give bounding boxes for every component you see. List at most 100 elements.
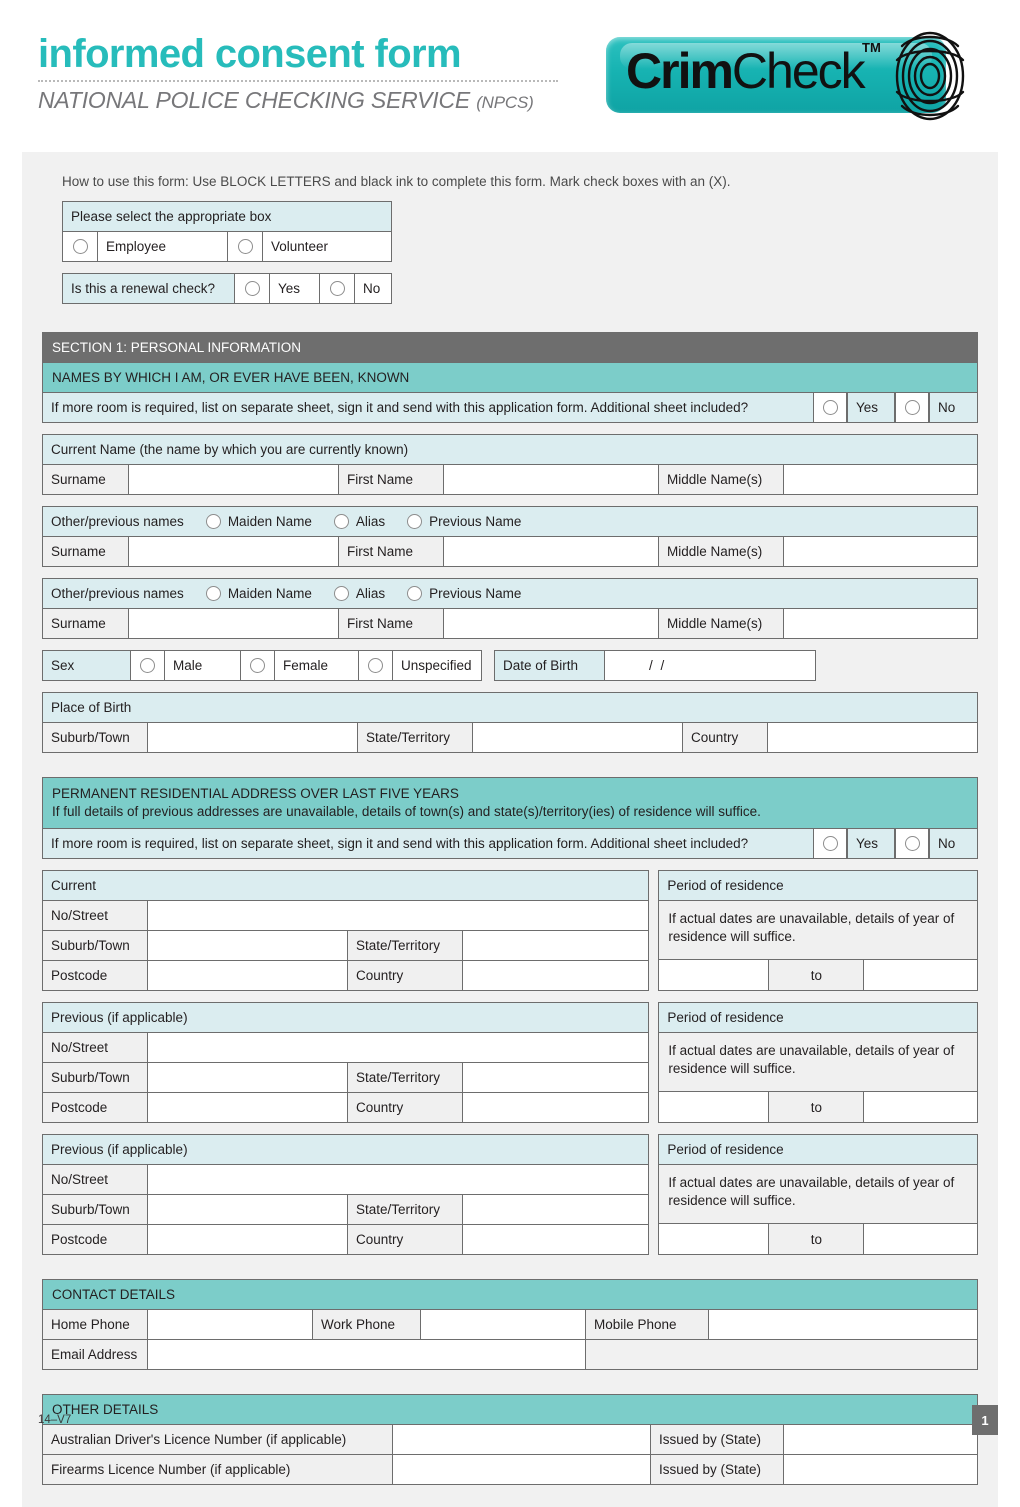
current-name-fields-row: Surname First Name Middle Name(s) [43,465,977,494]
employment-type-heading-row: Please select the appropriate box [63,202,391,232]
home-phone-input[interactable] [148,1310,313,1339]
address-sheet-yes-label: Yes [847,829,895,858]
pob-suburb-input[interactable] [148,723,358,752]
address-1-period-dates-row: to [659,960,977,990]
other-name-1-alias-option[interactable]: Alias [333,513,385,530]
address-3-postcode-input[interactable] [148,1225,348,1254]
address-3-suburb-label: Suburb/Town [43,1195,148,1224]
address-3-country-input[interactable] [463,1225,649,1254]
pob-country-input[interactable] [768,723,977,752]
address-2-period-heading: Period of residence [659,1003,977,1032]
address-3-period-heading: Period of residence [659,1135,977,1164]
work-phone-input[interactable] [421,1310,586,1339]
firearms-licence-input[interactable] [393,1455,651,1484]
address-3-period-dates-row: to [659,1224,977,1254]
page-footer: 14–V7 1 [0,1405,1020,1442]
sex-dob-wrap: Sex Male Female Unspecified Date of Birt… [42,650,978,681]
email-address-input[interactable] [148,1340,586,1369]
radio-circle-icon [205,514,221,529]
address-2-postcode-input[interactable] [148,1093,348,1122]
current-surname-input[interactable] [129,465,339,494]
address-block-2: Previous (if applicable) No/Street Subur… [42,1002,978,1123]
address-2-period-note: If actual dates are unavailable, details… [659,1033,977,1092]
address-3-period-to-label: to [769,1224,865,1254]
address-1-state-label: State/Territory [348,931,463,960]
address-2-state-input[interactable] [463,1063,649,1092]
other-name-2-alias-option[interactable]: Alias [333,585,385,602]
address-1-period-from[interactable] [659,960,770,990]
contact-details-heading: CONTACT DETAILS [43,1280,977,1309]
address-sheet-yes-radio[interactable] [813,829,847,858]
renewal-yes-radio[interactable] [235,274,270,303]
home-phone-label: Home Phone [43,1310,148,1339]
address-sheet-no-radio[interactable] [895,829,929,858]
address-3-period-until[interactable] [864,1224,977,1254]
address-3-details: Previous (if applicable) No/Street Subur… [42,1134,650,1255]
other-name-2-middlename-input[interactable] [784,609,977,638]
address-2-street-row: No/Street [43,1033,649,1063]
address-3-period-heading-row: Period of residence [659,1135,977,1165]
other-name-1-middlename-label: Middle Name(s) [659,537,784,566]
radio-circle-icon [237,239,253,254]
radio-circle-icon [329,281,345,296]
names-heading: NAMES BY WHICH I AM, OR EVER HAVE BEEN, … [43,362,977,392]
current-middlename-input[interactable] [784,465,977,494]
mobile-phone-input[interactable] [709,1310,977,1339]
sex-row: Sex Male Female Unspecified [43,651,481,680]
radio-circle-icon [72,239,88,254]
page-number-badge: 1 [972,1405,998,1435]
pob-state-input[interactable] [473,723,683,752]
sex-male-radio[interactable] [131,651,165,680]
address-2-period-from[interactable] [659,1092,770,1122]
firearms-issued-by-input[interactable] [784,1455,977,1484]
address-3-street-input[interactable] [148,1165,649,1194]
other-name-1-maiden-option[interactable]: Maiden Name [205,513,312,530]
address-3-suburb-input[interactable] [148,1195,348,1224]
sex-female-radio[interactable] [241,651,275,680]
current-firstname-label: First Name [339,465,444,494]
address-2-street-input[interactable] [148,1033,649,1062]
dob-input[interactable]: / / [605,651,815,680]
address-3-state-input[interactable] [463,1195,649,1224]
address-1-state-input[interactable] [463,931,649,960]
address-extra-sheet-note: If more room is required, list on separa… [43,829,813,858]
address-1-postcode-input[interactable] [148,961,348,990]
address-2-period-heading-row: Period of residence [659,1003,977,1033]
current-firstname-input[interactable] [444,465,659,494]
address-3-heading: Previous (if applicable) [43,1135,649,1164]
other-name-1-firstname-label: First Name [339,537,444,566]
address-block-1: Current No/Street Suburb/Town State/Terr… [42,870,978,991]
address-1-period-to-label: to [769,960,865,990]
names-sheet-yes-radio[interactable] [813,393,847,422]
sex-unspecified-radio[interactable] [359,651,393,680]
other-name-2-surname-input[interactable] [129,609,339,638]
address-2-period-until[interactable] [864,1092,977,1122]
address-3-period-note: If actual dates are unavailable, details… [659,1165,977,1224]
address-1-country-input[interactable] [463,961,649,990]
other-name-1-previous-option[interactable]: Previous Name [407,513,521,530]
address-2-country-input[interactable] [463,1093,649,1122]
dob-block: Date of Birth / / [494,650,816,681]
radio-circle-icon [333,586,349,601]
address-2-suburb-input[interactable] [148,1063,348,1092]
address-1-postcode-row: Postcode Country [43,961,649,990]
address-1-street-input[interactable] [148,901,649,930]
names-sheet-no-radio[interactable] [895,393,929,422]
address-1-suburb-input[interactable] [148,931,348,960]
address-2-heading: Previous (if applicable) [43,1003,649,1032]
other-name-2-maiden-option[interactable]: Maiden Name [205,585,312,602]
other-name-1-middlename-input[interactable] [784,537,977,566]
volunteer-radio[interactable] [228,232,263,261]
other-name-2-firstname-input[interactable] [444,609,659,638]
other-name-1-firstname-input[interactable] [444,537,659,566]
address-2-details: Previous (if applicable) No/Street Subur… [42,1002,650,1123]
other-name-1-surname-input[interactable] [129,537,339,566]
section1-header-block: SECTION 1: PERSONAL INFORMATION NAMES BY… [42,332,978,423]
other-name-2-previous-option[interactable]: Previous Name [407,585,521,602]
other-name-2-firstname-label: First Name [339,609,444,638]
employee-radio[interactable] [63,232,98,261]
address-1-period-until[interactable] [864,960,977,990]
address-3-period-from[interactable] [659,1224,770,1254]
renewal-question: Is this a renewal check? [63,274,235,303]
renewal-no-radio[interactable] [320,274,355,303]
